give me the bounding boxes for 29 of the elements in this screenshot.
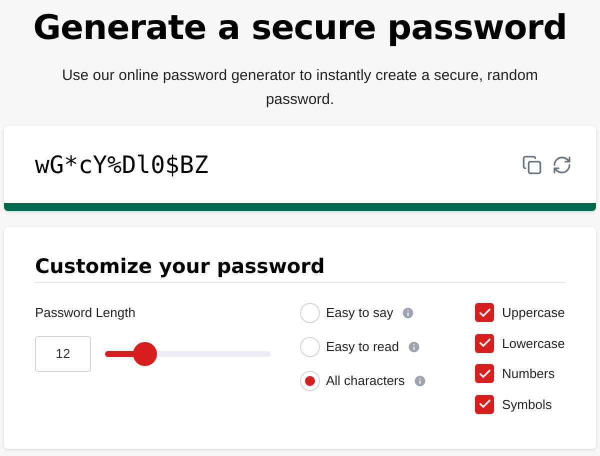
checkbox-label: Numbers	[502, 365, 555, 383]
check-icon	[478, 306, 492, 320]
radio-label: Easy to read	[326, 338, 399, 356]
checkbox-label: Lowercase	[502, 334, 565, 352]
password-text: wG*cY%Dl0$BZ	[35, 150, 208, 180]
checkbox-label: Symbols	[502, 396, 552, 414]
radio-button[interactable]	[300, 303, 320, 323]
checkbox[interactable]	[475, 394, 494, 414]
length-label: Password Length	[35, 304, 136, 322]
copy-icon[interactable]	[522, 154, 542, 174]
radio-button[interactable]	[300, 371, 320, 391]
check-icon	[478, 366, 492, 381]
slider-thumb[interactable]	[132, 342, 157, 366]
info-icon	[412, 374, 427, 388]
radio-button[interactable]	[300, 337, 320, 357]
info-icon	[407, 340, 421, 354]
refresh-icon[interactable]	[552, 154, 572, 174]
radio-label: All characters	[326, 372, 405, 390]
checkbox[interactable]	[475, 364, 494, 384]
page-subtitle: Use our online password generator to instantly create a secure, random password.	[60, 66, 540, 110]
length-field[interactable]: 12	[35, 336, 91, 372]
page-title: Generate a secure password	[33, 7, 567, 50]
checkbox-label: Uppercase	[502, 304, 565, 322]
section-heading: Customize your password	[35, 253, 565, 283]
checkbox[interactable]	[475, 334, 494, 353]
checkbox[interactable]	[475, 303, 494, 322]
length-slider[interactable]	[105, 342, 271, 366]
radio-label: Easy to say	[326, 304, 394, 322]
info-icon	[401, 306, 416, 320]
